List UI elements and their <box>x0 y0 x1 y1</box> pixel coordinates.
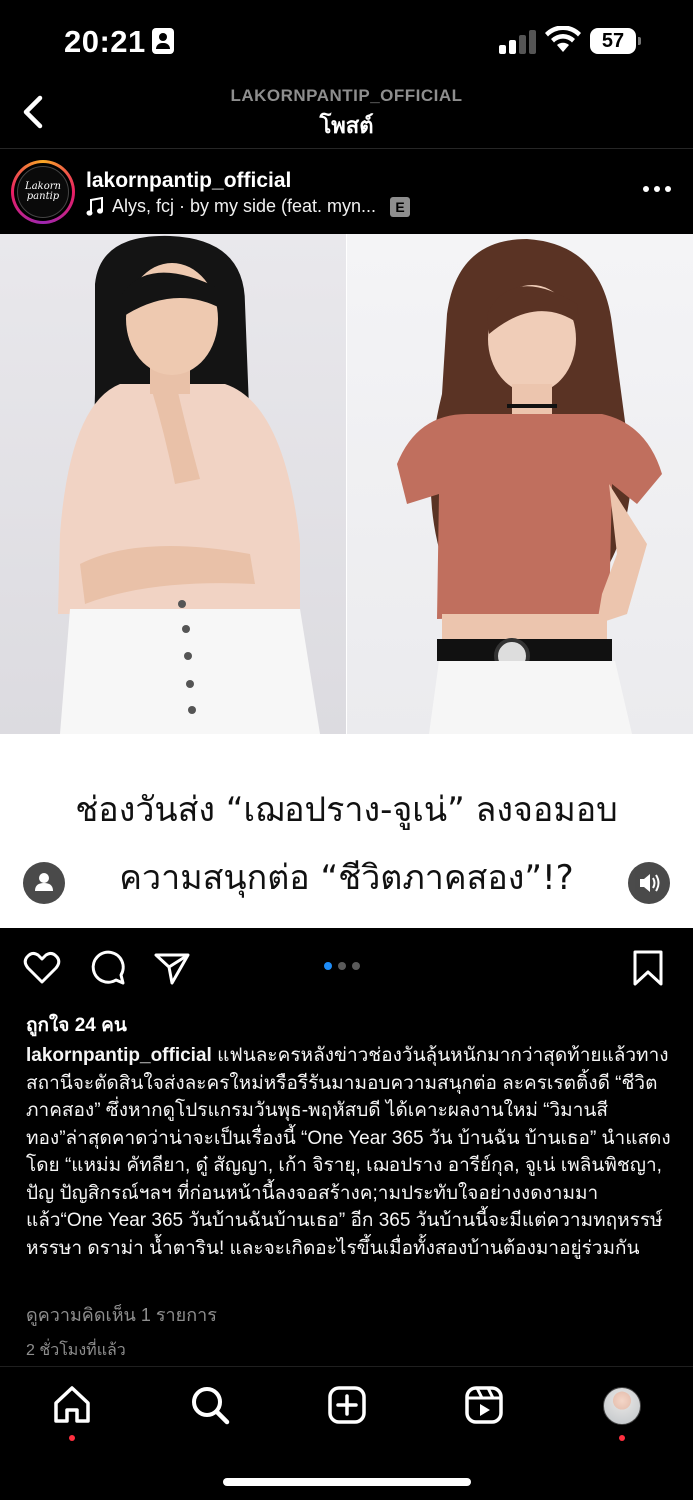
header-divider <box>0 148 693 149</box>
profile-notification-dot <box>619 1435 625 1441</box>
home-notification-dot <box>69 1435 75 1441</box>
page-title: โพสต์ <box>319 113 374 138</box>
music-track: Alys, fcj · by my side (feat. myn... <box>112 196 377 216</box>
battery-indicator: 57 <box>590 28 641 54</box>
post-caption: lakornpantip_official แฟนละครหลังข่าวช่อ… <box>26 1042 671 1262</box>
heart-icon[interactable] <box>22 948 62 988</box>
photo-left <box>0 234 346 734</box>
post-username[interactable]: lakornpantip_official <box>86 169 291 193</box>
carousel-dot <box>352 962 360 970</box>
headline-card: ช่องวันส่ง “เฌอปราง-จูเน่” ลงจอมอบ ความส… <box>0 734 693 928</box>
speaker-icon[interactable] <box>628 862 670 904</box>
music-attribution[interactable]: Alys, fcj · by my side (feat. myn... E <box>86 196 411 217</box>
bookmark-icon[interactable] <box>628 948 668 988</box>
cellular-signal-icon <box>499 30 536 54</box>
carousel-dot-active <box>324 962 332 970</box>
carousel-dot <box>338 962 346 970</box>
more-horizontal-icon[interactable] <box>643 184 673 194</box>
search-icon[interactable] <box>188 1383 232 1427</box>
view-comments-link[interactable]: ดูความคิดเห็น 1 รายการ <box>26 1300 217 1329</box>
comment-icon[interactable] <box>88 948 128 988</box>
like-count[interactable]: ถูกใจ 24 คน <box>26 1010 127 1040</box>
home-icon[interactable] <box>50 1383 94 1427</box>
post-timestamp: 2 ชั่วโมงที่แล้ว <box>26 1342 126 1359</box>
status-bar: 20:21 57 <box>0 0 693 82</box>
avatar[interactable]: Lakorn pantip <box>11 160 75 224</box>
status-time: 20:21 <box>64 24 146 59</box>
wifi-icon <box>545 26 581 52</box>
headline-line-2: ความสนุกต่อ “ชีวิตภาคสอง”!? <box>119 858 574 898</box>
account-name: LAKORNPANTIP_OFFICIAL <box>230 86 463 105</box>
post-actions <box>0 940 693 996</box>
contact-card-icon <box>152 28 174 54</box>
carousel-indicator <box>324 962 360 970</box>
add-post-icon[interactable] <box>325 1383 369 1427</box>
caption-username[interactable]: lakornpantip_official <box>26 1045 212 1066</box>
post-media[interactable]: ช่องวันส่ง “เฌอปราง-จูเน่” ลงจอมอบ ความส… <box>0 234 693 928</box>
avatar-logo: Lakorn pantip <box>17 166 69 218</box>
explicit-badge: E <box>390 196 411 217</box>
profile-avatar[interactable] <box>603 1387 641 1425</box>
home-indicator <box>223 1478 471 1486</box>
headline-line-1: ช่องวันส่ง “เฌอปราง-จูเน่” ลงจอมอบ <box>75 790 618 830</box>
post-header-bar: LAKORNPANTIP_OFFICIAL โพสต์ <box>0 82 693 148</box>
user-tag-icon[interactable] <box>23 862 65 904</box>
send-icon[interactable] <box>152 948 192 988</box>
music-note-icon <box>86 196 103 216</box>
post-headline: ช่องวันส่ง “เฌอปราง-จูเน่” ลงจอมอบ ความส… <box>30 776 663 912</box>
post-author-row: Lakorn pantip lakornpantip_official Alys… <box>0 154 693 234</box>
caption-text: แฟนละครหลังข่าวช่องวันลุ้นหนักมากว่าสุดท… <box>26 1045 671 1259</box>
photo-right <box>347 234 693 734</box>
reels-icon[interactable] <box>462 1383 506 1427</box>
